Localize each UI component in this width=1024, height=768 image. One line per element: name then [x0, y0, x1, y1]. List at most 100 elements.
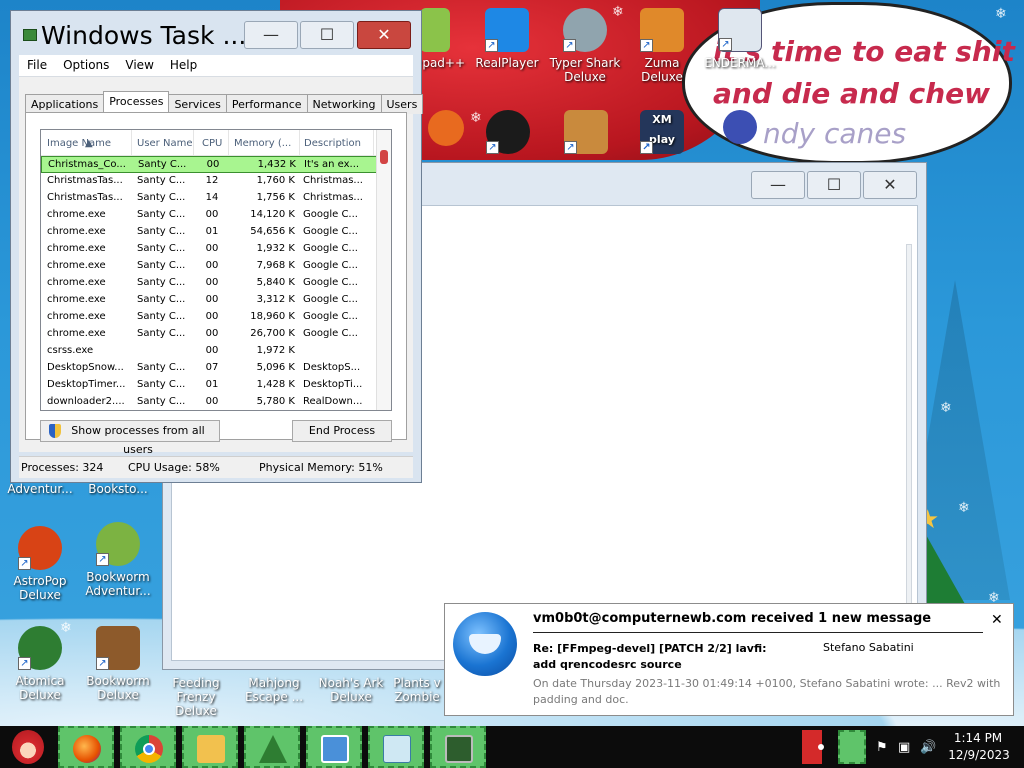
start-button[interactable] — [2, 728, 52, 766]
desktop-icon-feeding-frenzy[interactable]: Feeding Frenzy Deluxe — [156, 676, 236, 718]
desktop-icon-label: Bookworm Adventur... — [85, 570, 151, 598]
desktop-icon-atomica[interactable]: ↗ Atomica Deluxe — [0, 626, 80, 702]
process-row[interactable]: chrome.exe Santy C... 00 1,932 K Google C... — [41, 241, 377, 258]
taskbar-task-manager[interactable] — [430, 726, 486, 768]
notification-close-button[interactable]: ✕ — [991, 612, 1003, 628]
process-memory: 7,968 K — [256, 260, 295, 271]
minimize-button[interactable]: — — [751, 171, 805, 199]
process-row[interactable]: chrome.exe Santy C... 00 3,312 K Google C... — [41, 292, 377, 309]
network-icon[interactable]: ▣ — [898, 740, 910, 755]
process-row[interactable]: downloader2.... Santy C... 00 5,780 K RealDo… — [41, 394, 377, 410]
menu-file[interactable]: File — [19, 55, 55, 72]
tab-services[interactable]: Services — [168, 94, 227, 114]
taskbar-christmas-tree[interactable] — [244, 726, 300, 768]
scrollbar[interactable] — [906, 244, 912, 650]
desktop-icon-bookworm-adv[interactable]: ↗ Bookworm Adventur... — [78, 522, 158, 598]
process-list[interactable]: ▲ Image Name User Name CPU Memory (... D… — [40, 129, 392, 411]
taskbar-notepad[interactable] — [368, 726, 424, 768]
desktop-icon-plants-zombies[interactable]: Plants v Zombie — [389, 676, 445, 704]
minimize-button[interactable]: — — [244, 21, 298, 49]
menu-view[interactable]: View — [117, 55, 161, 72]
process-rows: Christmas_Co... Santy C... 00 1,432 K It's a… — [41, 156, 377, 410]
notification-sender: Stefano Sabatini — [823, 641, 914, 654]
column-memory[interactable]: Memory (... — [234, 138, 291, 149]
tray-dot-indicator — [818, 744, 824, 750]
process-row[interactable]: DesktopTimer... Santy C... 01 1,428 K Deskto… — [41, 377, 377, 394]
taskbar-file-explorer[interactable] — [182, 726, 238, 768]
maximize-button[interactable]: ☐ — [807, 171, 861, 199]
close-button[interactable]: ✕ — [357, 21, 411, 49]
process-description: Google C... — [303, 226, 358, 237]
tab-networking[interactable]: Networking — [306, 94, 382, 114]
maximize-button[interactable]: ☐ — [300, 21, 354, 49]
process-image-name: chrome.exe — [47, 294, 106, 305]
desktop-icon-bookworm-deluxe[interactable]: ↗ Bookworm Deluxe — [78, 626, 158, 702]
process-row[interactable]: chrome.exe Santy C... 01 54,656 K Google C..… — [41, 224, 377, 241]
desktop-icon-ship[interactable]: ↗ — [546, 110, 626, 158]
desktop-icon-blue-ball[interactable] — [700, 110, 780, 148]
taskbar-image-viewer[interactable] — [306, 726, 362, 768]
clock-date[interactable]: 12/9/2023 — [944, 748, 1014, 762]
column-user-name[interactable]: User Name — [137, 138, 192, 149]
show-all-processes-button[interactable]: Show processes from all users — [40, 420, 220, 456]
clock-time[interactable]: 1:14 PM — [950, 731, 1006, 745]
close-button[interactable]: ✕ — [863, 171, 917, 199]
process-row[interactable]: DesktopSnow... Santy C... 07 5,096 K Desktop… — [41, 360, 377, 377]
column-image-name[interactable]: Image Name — [47, 138, 111, 149]
desktop-icon-xmplay[interactable]: XM play ↗ — [622, 110, 702, 158]
desktop-icon-astropop[interactable]: ↗ AstroPop Deluxe — [0, 526, 80, 602]
column-cpu[interactable]: CPU — [202, 138, 222, 149]
menu-options[interactable]: Options — [55, 55, 117, 72]
desktop-icon-noahs-ark[interactable]: Noah's Ark Deluxe — [311, 676, 391, 704]
desktop-icon-green-arrow[interactable]: ↗ — [468, 110, 548, 158]
taskbar-chrome[interactable] — [120, 726, 176, 768]
tab-processes[interactable]: Processes — [103, 91, 170, 114]
process-row[interactable]: chrome.exe Santy C... 00 5,840 K Google C... — [41, 275, 377, 292]
desktop-icon-label: Adventur... — [7, 482, 73, 496]
status-physical-memory: Physical Memory: 51% — [259, 461, 383, 474]
column-description[interactable]: Description — [304, 138, 361, 149]
tab-users[interactable]: Users — [380, 94, 424, 114]
desktop-icon-typer-shark[interactable]: ↗ Typer Shark Deluxe — [545, 8, 625, 84]
process-row[interactable]: Christmas_Co... Santy C... 00 1,432 K It's a… — [41, 156, 377, 173]
ship-icon: ↗ — [564, 110, 608, 154]
task-manager-window[interactable]: Windows Task ... — ☐ ✕ File Options View He… — [10, 10, 424, 483]
process-row[interactable]: chrome.exe Santy C... 00 26,700 K Google C..… — [41, 326, 377, 343]
taskbar-firefox[interactable] — [58, 726, 114, 768]
tab-applications[interactable]: Applications — [25, 94, 105, 114]
volume-icon[interactable]: 🔊 — [920, 740, 936, 755]
process-memory: 14,120 K — [250, 209, 295, 220]
process-image-name: ChristmasTas... — [47, 175, 123, 186]
process-row[interactable]: chrome.exe Santy C... 00 18,960 K Google C..… — [41, 309, 377, 326]
end-process-button[interactable]: End Process — [292, 420, 392, 442]
green-arrow-icon: ↗ — [486, 110, 530, 154]
window-titlebar[interactable]: Windows Task ... — ☐ ✕ — [11, 11, 421, 55]
tray-task-manager-icon[interactable] — [838, 730, 866, 764]
flag-icon[interactable]: ⚑ — [876, 740, 888, 755]
desktop-icon-realplayer[interactable]: ↗ RealPlayer — [467, 8, 547, 70]
desktop-icon-bookstore[interactable]: Booksto... — [78, 482, 158, 496]
scrollbar-thumb[interactable] — [380, 150, 388, 164]
desktop-icon-label: ENDERMA... — [704, 56, 776, 70]
process-row[interactable]: chrome.exe Santy C... 00 7,968 K Google C... — [41, 258, 377, 275]
process-image-name: chrome.exe — [47, 209, 106, 220]
desktop-icon-mahjong[interactable]: Mahjong Escape ... — [234, 676, 314, 704]
process-cpu: 00 — [205, 209, 219, 220]
mail-notification[interactable]: vm0b0t@computernewb.com received 1 new m… — [444, 603, 1014, 716]
process-description: Google C... — [303, 328, 358, 339]
process-row[interactable]: ChristmasTas... Santy C... 14 1,756 K Christ… — [41, 190, 377, 207]
process-list-scrollbar[interactable] — [376, 130, 391, 410]
desktop-icon-label: Feeding Frenzy Deluxe — [172, 676, 220, 718]
process-cpu: 00 — [206, 159, 220, 170]
process-row[interactable]: ChristmasTas... Santy C... 12 1,760 K Christ… — [41, 173, 377, 190]
desktop-icon-bookworm-adv-top[interactable]: Adventur... — [0, 482, 80, 496]
process-row[interactable]: chrome.exe Santy C... 00 14,120 K Google C..… — [41, 207, 377, 224]
menu-help[interactable]: Help — [162, 55, 205, 72]
process-row[interactable]: csrss.exe 00 1,972 K — [41, 343, 377, 360]
desktop-icon-enderman[interactable]: ↗ ENDERMA... — [700, 8, 780, 70]
taskbar: ⚑ ▣ 🔊 1:14 PM 12/9/2023 — [0, 726, 1024, 768]
notification-subject[interactable]: Re: [FFmpeg-devel] [PATCH 2/2] lavfi: ad… — [533, 641, 793, 673]
desktop-icon-zuma[interactable]: ↗ Zuma Deluxe — [622, 8, 702, 84]
process-image-name: chrome.exe — [47, 328, 106, 339]
tab-performance[interactable]: Performance — [225, 94, 308, 114]
